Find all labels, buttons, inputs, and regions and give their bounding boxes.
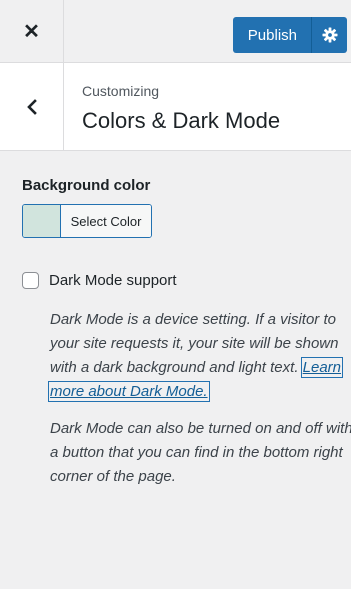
breadcrumb: Customizing — [82, 83, 160, 99]
section-title-bar: Customizing Colors & Dark Mode — [0, 63, 359, 151]
dark-mode-row: Dark Mode support — [22, 272, 352, 289]
publish-settings-button[interactable] — [311, 17, 347, 53]
customizer-panel: ✕ Publish Customizing Colors & Dark Mode… — [0, 0, 359, 589]
publish-button[interactable]: Publish — [232, 17, 311, 53]
customizer-header: ✕ Publish — [0, 0, 359, 63]
section-content: Background color Select Color Dark Mode … — [22, 177, 355, 489]
close-icon: ✕ — [23, 21, 40, 43]
select-color-button[interactable]: Select Color — [22, 204, 152, 238]
dark-mode-description: Dark Mode is a device setting. If a visi… — [47, 308, 355, 404]
select-color-label: Select Color — [61, 205, 151, 237]
page-title: Colors & Dark Mode — [82, 108, 281, 133]
publish-group: Publish — [232, 17, 347, 53]
dark-mode-checkbox[interactable] — [22, 272, 39, 289]
dark-mode-description-text: Dark Mode is a device setting. If a visi… — [50, 311, 339, 376]
preview-edge — [351, 0, 359, 589]
gear-icon — [322, 27, 337, 43]
chevron-left-icon — [26, 99, 37, 115]
dark-mode-label[interactable]: Dark Mode support — [49, 272, 177, 289]
back-button[interactable] — [0, 63, 64, 151]
dark-mode-toggle-note: Dark Mode can also be turned on and off … — [50, 420, 353, 485]
close-button[interactable]: ✕ — [0, 0, 64, 63]
color-swatch — [23, 205, 61, 237]
background-color-label: Background color — [22, 177, 151, 194]
